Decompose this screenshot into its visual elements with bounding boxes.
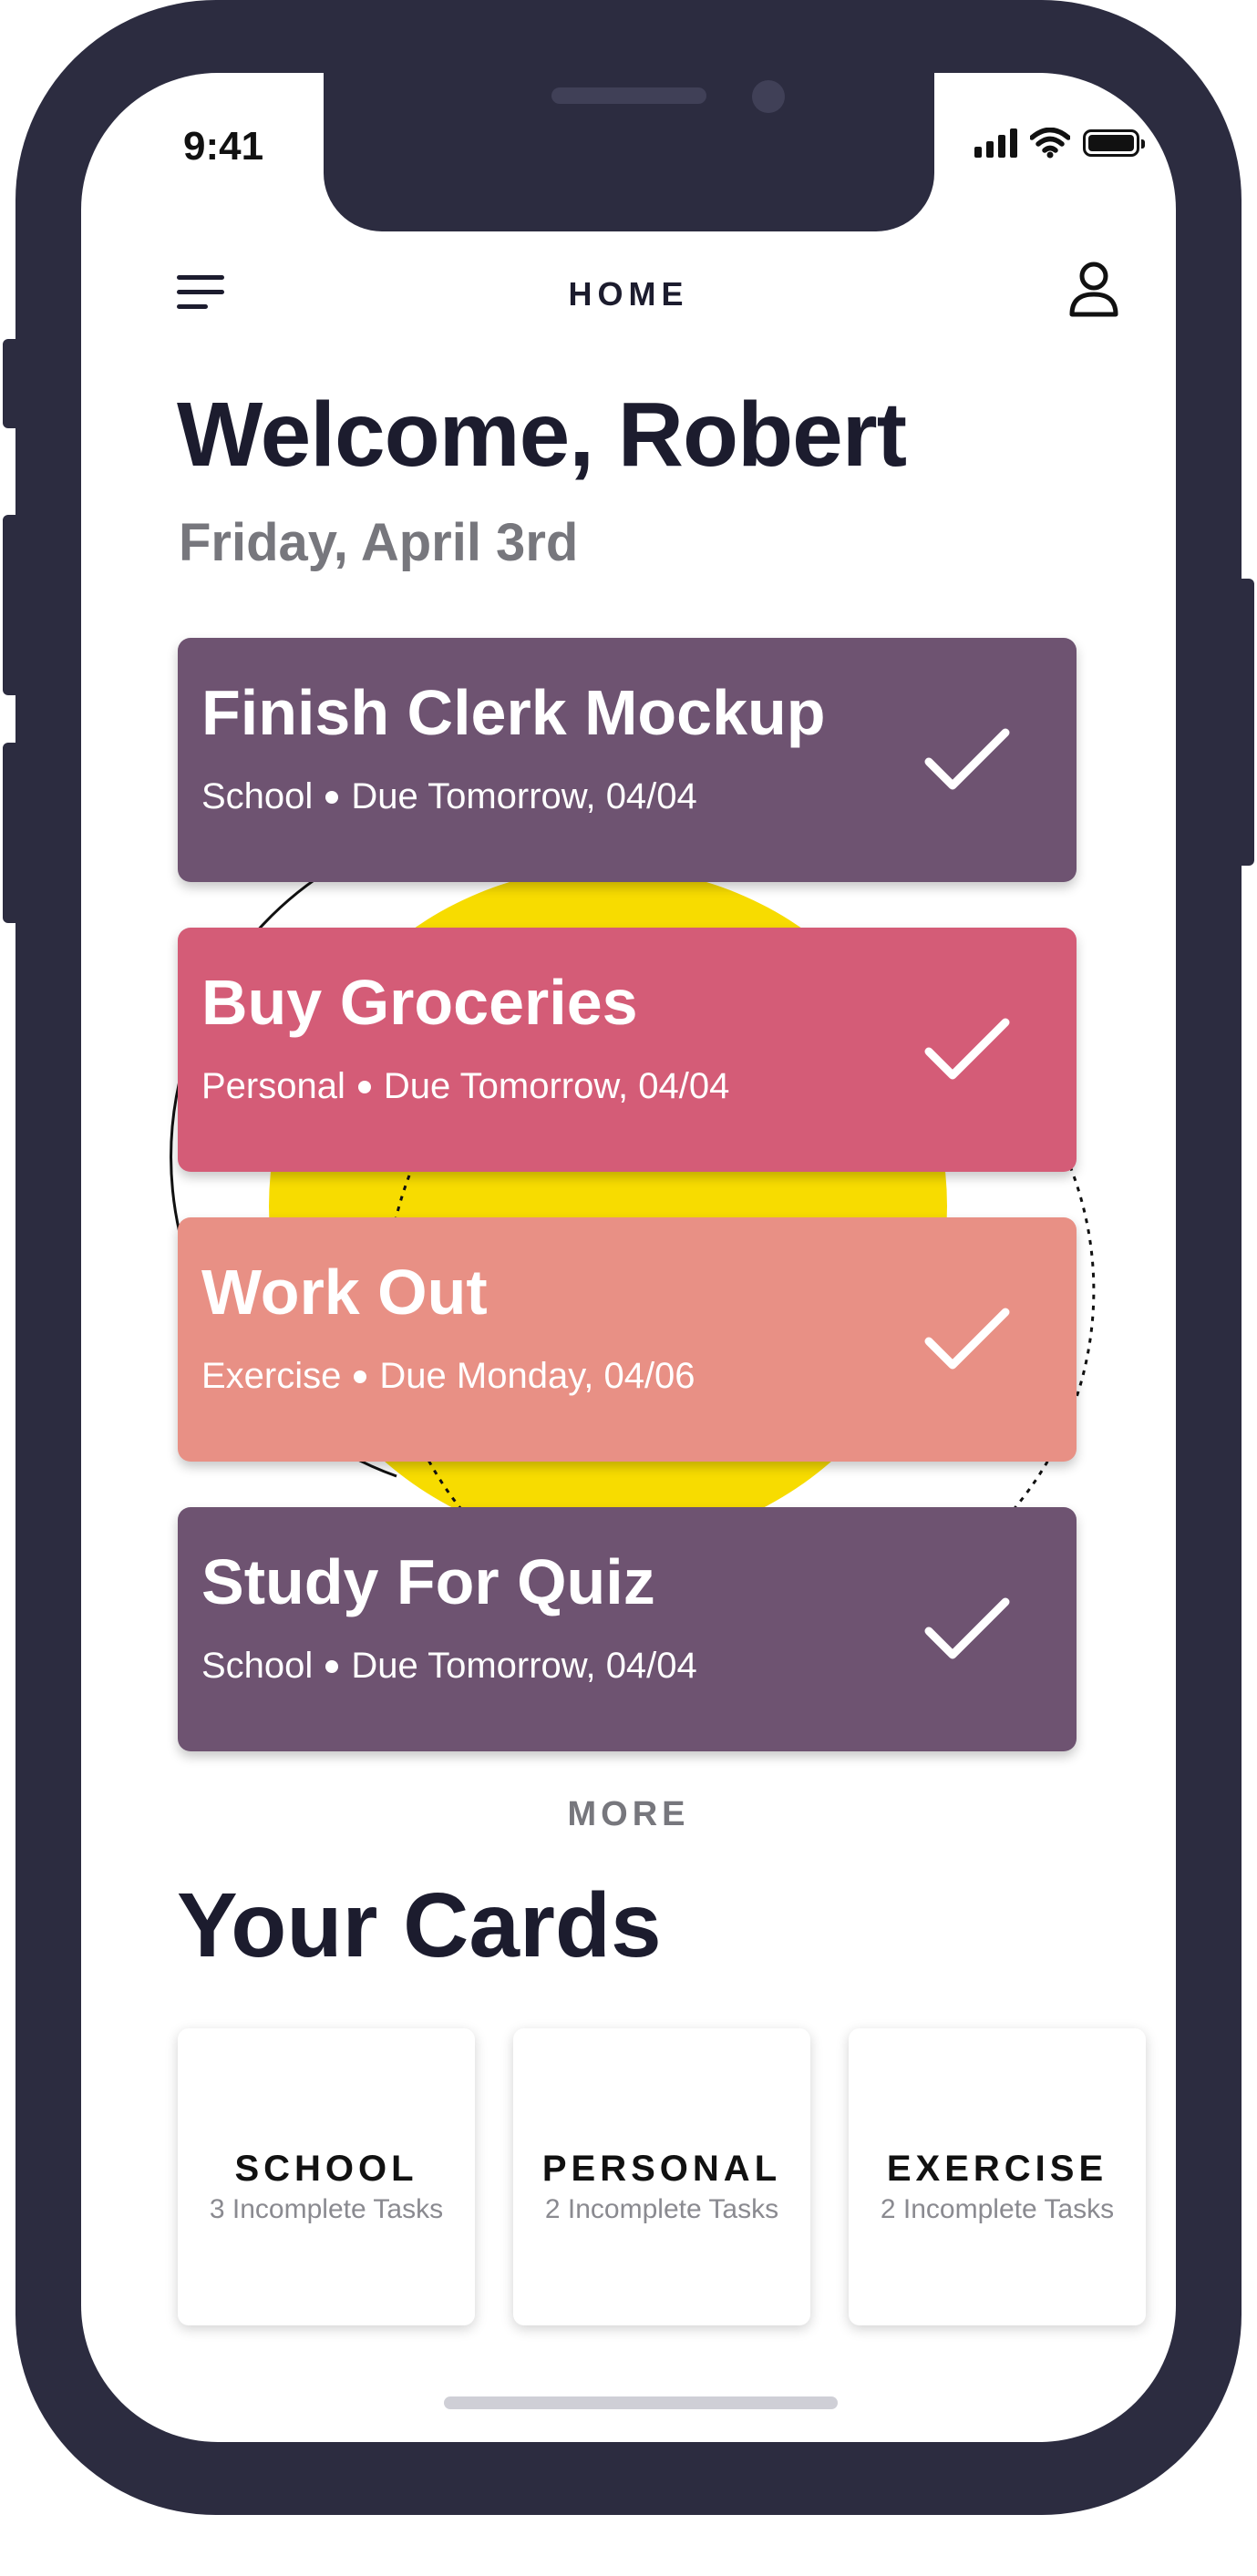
task-card[interactable]: Study For Quiz School Due Tomorrow, 04/0… xyxy=(178,1507,1077,1751)
category-label: EXERCISE xyxy=(886,2149,1108,2189)
task-meta: Exercise Due Monday, 04/06 xyxy=(201,1356,695,1397)
task-meta: School Due Tomorrow, 04/04 xyxy=(201,1646,697,1687)
task-due: Due Tomorrow, 04/04 xyxy=(351,1646,697,1686)
welcome-heading: Welcome, Robert xyxy=(177,384,907,486)
task-due: Due Monday, 04/06 xyxy=(379,1356,695,1396)
separator-dot xyxy=(357,1080,371,1093)
phone-power-button xyxy=(1236,579,1254,866)
wifi-icon xyxy=(1030,128,1070,159)
incomplete-count: 2 Incomplete Tasks xyxy=(880,2194,1115,2224)
more-link[interactable]: MORE xyxy=(81,1795,1176,1834)
task-category: Exercise xyxy=(201,1356,342,1396)
task-meta: School Due Tomorrow, 04/04 xyxy=(201,776,697,817)
separator-dot xyxy=(325,790,339,804)
cards-section-title: Your Cards xyxy=(177,1874,662,1976)
task-card[interactable]: Work Out Exercise Due Monday, 04/06 xyxy=(178,1217,1077,1462)
category-label: SCHOOL xyxy=(234,2149,418,2189)
page-title: HOME xyxy=(568,275,689,313)
check-icon[interactable] xyxy=(922,1303,1013,1376)
current-date: Friday, April 3rd xyxy=(179,513,579,572)
phone-silent-switch xyxy=(3,339,21,428)
home-indicator[interactable] xyxy=(444,2396,838,2409)
phone-volume-up xyxy=(3,515,21,695)
category-card-school[interactable]: SCHOOL 3 Incomplete Tasks xyxy=(178,2028,475,2325)
check-icon[interactable] xyxy=(922,724,1013,796)
battery-icon xyxy=(1083,129,1145,157)
status-time: 9:41 xyxy=(183,124,264,169)
task-due: Due Tomorrow, 04/04 xyxy=(383,1066,730,1106)
separator-dot xyxy=(354,1370,367,1383)
task-title: Study For Quiz xyxy=(201,1546,655,1617)
task-category: Personal xyxy=(201,1066,345,1106)
front-camera xyxy=(752,80,785,113)
check-icon[interactable] xyxy=(922,1013,1013,1086)
task-title: Work Out xyxy=(201,1257,488,1328)
task-due: Due Tomorrow, 04/04 xyxy=(351,776,697,816)
phone-notch xyxy=(324,73,934,231)
task-category: School xyxy=(201,1646,314,1686)
task-meta: Personal Due Tomorrow, 04/04 xyxy=(201,1066,729,1107)
incomplete-count: 3 Incomplete Tasks xyxy=(209,2194,444,2224)
task-card[interactable]: Buy Groceries Personal Due Tomorrow, 04/… xyxy=(178,928,1077,1172)
category-label: PERSONAL xyxy=(541,2149,782,2189)
check-icon[interactable] xyxy=(922,1593,1013,1666)
category-card-exercise[interactable]: EXERCISE 2 Incomplete Tasks xyxy=(849,2028,1146,2325)
phone-volume-down xyxy=(3,743,21,923)
task-category: School xyxy=(201,776,314,816)
speaker-grille xyxy=(551,87,706,104)
task-card[interactable]: Finish Clerk Mockup School Due Tomorrow,… xyxy=(178,638,1077,882)
incomplete-count: 2 Incomplete Tasks xyxy=(544,2194,779,2224)
task-title: Finish Clerk Mockup xyxy=(201,677,826,748)
task-title: Buy Groceries xyxy=(201,967,638,1038)
category-card-personal[interactable]: PERSONAL 2 Incomplete Tasks xyxy=(513,2028,810,2325)
profile-icon[interactable] xyxy=(1066,260,1121,318)
phone-screen: 9:41 HOME Welcome, Robert Friday, April … xyxy=(81,73,1176,2442)
signal-icon xyxy=(974,128,1017,158)
top-nav-bar: HOME xyxy=(81,255,1176,346)
separator-dot xyxy=(325,1659,339,1673)
status-icons xyxy=(974,128,1145,159)
